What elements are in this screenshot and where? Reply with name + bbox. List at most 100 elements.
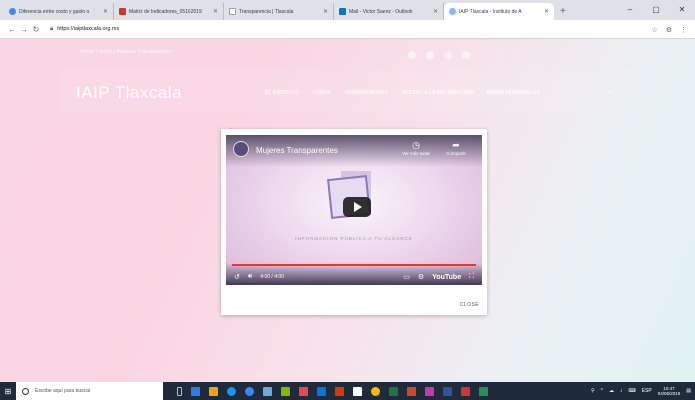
maximize-icon[interactable]: ▢ bbox=[643, 0, 669, 20]
system-tray: ⚲ ^ ☁ ♪ ⌨ ESP 10:47 04/06/2019 ▤ bbox=[591, 382, 691, 400]
bookmark-star-icon[interactable]: ☆ bbox=[651, 26, 657, 34]
play-button[interactable] bbox=[343, 197, 371, 217]
back-arrow-icon[interactable]: ← bbox=[6, 25, 18, 34]
store-icon[interactable] bbox=[263, 386, 272, 396]
site-logo[interactable]: IAIP Tlaxcala bbox=[76, 83, 182, 103]
keyboard-icon[interactable]: ⌨ bbox=[629, 388, 636, 394]
chrome-icon[interactable] bbox=[371, 386, 380, 396]
volume-icon[interactable]: 🔊︎ bbox=[248, 273, 252, 281]
share-label: Compartir bbox=[446, 151, 466, 156]
windows-taskbar: ⊞ Escribe aquí para buscar ⚲ ^ ☁ ♪ ⌨ ESP… bbox=[0, 382, 695, 400]
language-indicator[interactable]: ESP bbox=[642, 388, 652, 394]
tab-close-icon[interactable]: ✕ bbox=[544, 8, 549, 15]
tab-label: Transparencia | Tlaxcala bbox=[239, 8, 294, 15]
network-icon[interactable]: ☁ bbox=[609, 388, 614, 394]
browser-tab-2[interactable]: Matriz de Indicadores_05162019 ✕ bbox=[114, 3, 224, 20]
social-icon[interactable] bbox=[408, 51, 416, 59]
taskbar-clock[interactable]: 10:47 04/06/2019 bbox=[658, 386, 681, 396]
youtube-player[interactable]: Mujeres Transparentes ◷ Ver más tarde ➦ … bbox=[226, 135, 482, 285]
pdf-icon[interactable] bbox=[461, 386, 470, 396]
subtitles-icon[interactable]: ▭ bbox=[403, 273, 410, 281]
tab-label: IAIP Tlaxcala - Instituto de A bbox=[459, 8, 522, 15]
tray-chevron-icon[interactable]: ^ bbox=[601, 388, 603, 394]
nav-item-acceso[interactable]: ACCESO A LA INFORMACIÓN bbox=[402, 90, 473, 96]
lock-icon: 🔒︎ bbox=[50, 25, 54, 32]
extension-icon[interactable]: ⚙ bbox=[666, 26, 672, 34]
nav-item-instituto[interactable]: EL INSTITUTO bbox=[265, 90, 299, 96]
windows-start-icon[interactable]: ⊞ bbox=[0, 382, 16, 400]
settings-gear-icon[interactable]: ⚙ bbox=[418, 273, 424, 281]
address-bar[interactable]: 🔒︎ https://iaiptlaxcala.org.mx bbox=[50, 22, 610, 36]
window-controls: – ▢ ✕ bbox=[617, 0, 695, 20]
share-button[interactable]: ➦ Compartir bbox=[436, 140, 476, 156]
watch-later-label: Ver más tarde bbox=[401, 151, 430, 156]
app-icon[interactable] bbox=[335, 386, 344, 396]
app-icon[interactable] bbox=[281, 386, 290, 396]
cortana-icon bbox=[22, 387, 29, 395]
social-icon[interactable] bbox=[444, 51, 452, 59]
browser-tab-5-active[interactable]: IAIP Tlaxcala - Instituto de A ✕ bbox=[444, 3, 554, 20]
people-icon[interactable]: ⚲ bbox=[591, 388, 595, 394]
search-icon[interactable]: ⌕ bbox=[608, 87, 612, 97]
app-icon[interactable] bbox=[317, 386, 326, 396]
social-icon[interactable] bbox=[426, 51, 434, 59]
tab-close-icon[interactable]: ✕ bbox=[103, 8, 108, 15]
edge-icon[interactable] bbox=[227, 386, 236, 396]
new-tab-button[interactable]: + bbox=[560, 3, 566, 20]
breadcrumb: Home / Inicio / Mujeres Transparentes bbox=[80, 49, 172, 55]
tab-favicon-icon bbox=[9, 8, 16, 15]
channel-avatar[interactable] bbox=[233, 141, 249, 157]
browser-tab-3[interactable]: Transparencia | Tlaxcala ✕ bbox=[224, 3, 334, 20]
word-icon[interactable] bbox=[443, 386, 452, 396]
app-icon[interactable] bbox=[353, 386, 362, 396]
minimize-icon[interactable]: – bbox=[617, 0, 643, 20]
menu-dots-icon[interactable]: ⋮ bbox=[680, 26, 687, 34]
volume-tray-icon[interactable]: ♪ bbox=[620, 388, 623, 394]
powerpoint-icon[interactable] bbox=[407, 386, 416, 396]
replay-icon[interactable]: ↺ bbox=[234, 273, 240, 281]
video-controls-right: ▭ ⚙ YouTube ⛶ bbox=[403, 273, 474, 281]
excel-icon[interactable] bbox=[389, 386, 398, 396]
close-button[interactable]: CLOSE bbox=[460, 302, 479, 308]
app-icon[interactable] bbox=[479, 386, 488, 396]
tab-close-icon[interactable]: ✕ bbox=[433, 8, 438, 15]
clock-icon: ◷ bbox=[412, 140, 420, 150]
tab-label: Diferencia entre costo y gasto o bbox=[19, 8, 90, 15]
video-controls-left: ↺ 🔊︎ 4:00 / 4:00 bbox=[234, 273, 284, 281]
close-window-icon[interactable]: ✕ bbox=[669, 0, 695, 20]
task-view-icon[interactable] bbox=[191, 386, 200, 396]
tab-label: Mail - Victor Saenz - Outlook bbox=[349, 8, 413, 15]
youtube-logo[interactable]: YouTube bbox=[432, 274, 461, 281]
main-nav: EL INSTITUTO FOROS TRANSPARENCIA ACCESO … bbox=[265, 90, 540, 96]
share-arrow-icon: ➦ bbox=[452, 140, 460, 150]
taskbar-search-input[interactable]: Escribe aquí para buscar bbox=[16, 382, 163, 400]
browser-tab-bar: Diferencia entre costo y gasto o ✕ Matri… bbox=[0, 0, 695, 20]
nav-item-datos[interactable]: DATOS PERSONALES bbox=[487, 90, 540, 96]
mic-icon[interactable] bbox=[177, 386, 182, 396]
ie-icon[interactable] bbox=[245, 386, 254, 396]
fullscreen-icon[interactable]: ⛶ bbox=[469, 273, 474, 281]
tab-favicon-icon bbox=[229, 8, 236, 15]
forward-arrow-icon[interactable]: → bbox=[18, 25, 30, 34]
nav-item-foros[interactable]: FOROS bbox=[313, 90, 331, 96]
watch-later-button[interactable]: ◷ Ver más tarde bbox=[396, 140, 436, 156]
screen: Diferencia entre costo y gasto o ✕ Matri… bbox=[0, 0, 695, 400]
app-icon[interactable] bbox=[425, 386, 434, 396]
social-icon[interactable] bbox=[462, 51, 470, 59]
tab-close-icon[interactable]: ✕ bbox=[213, 8, 218, 15]
notifications-icon[interactable]: ▤ bbox=[686, 388, 691, 394]
browser-tab-4[interactable]: Mail - Victor Saenz - Outlook ✕ bbox=[334, 3, 444, 20]
browser-tab-1[interactable]: Diferencia entre costo y gasto o ✕ bbox=[4, 3, 114, 20]
file-explorer-icon[interactable] bbox=[209, 386, 218, 396]
social-icons bbox=[408, 51, 470, 59]
url-text: https://iaiptlaxcala.org.mx bbox=[57, 26, 120, 32]
nav-item-transparencia[interactable]: TRANSPARENCIA bbox=[345, 90, 388, 96]
tab-close-icon[interactable]: ✕ bbox=[323, 8, 328, 15]
search-placeholder: Escribe aquí para buscar bbox=[35, 388, 91, 394]
app-icon[interactable] bbox=[299, 386, 308, 396]
tab-favicon-icon bbox=[339, 8, 346, 15]
video-title[interactable]: Mujeres Transparentes bbox=[256, 146, 338, 155]
video-progress-bar[interactable] bbox=[232, 264, 476, 266]
toolbar-actions: ☆ ⚙ ⋮ bbox=[651, 20, 687, 39]
reload-icon[interactable]: ↻ bbox=[30, 25, 42, 34]
